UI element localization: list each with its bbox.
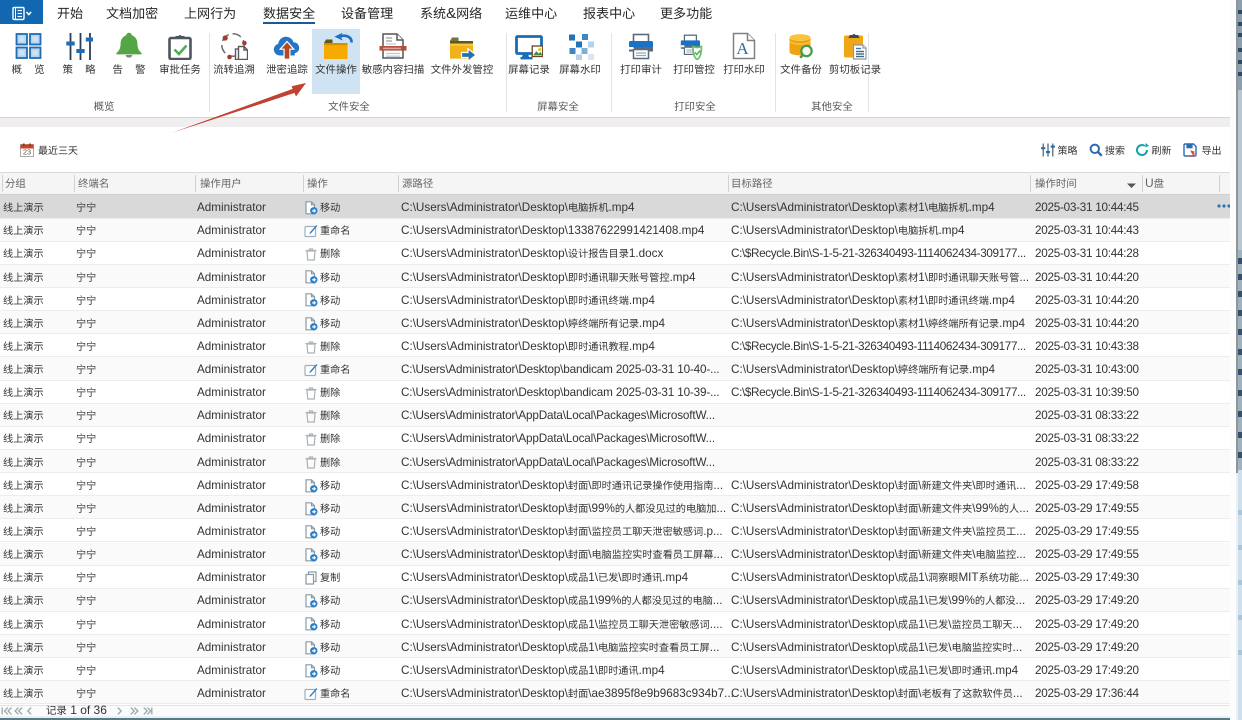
svg-text:A: A xyxy=(736,39,749,58)
svg-text:23: 23 xyxy=(23,148,31,157)
